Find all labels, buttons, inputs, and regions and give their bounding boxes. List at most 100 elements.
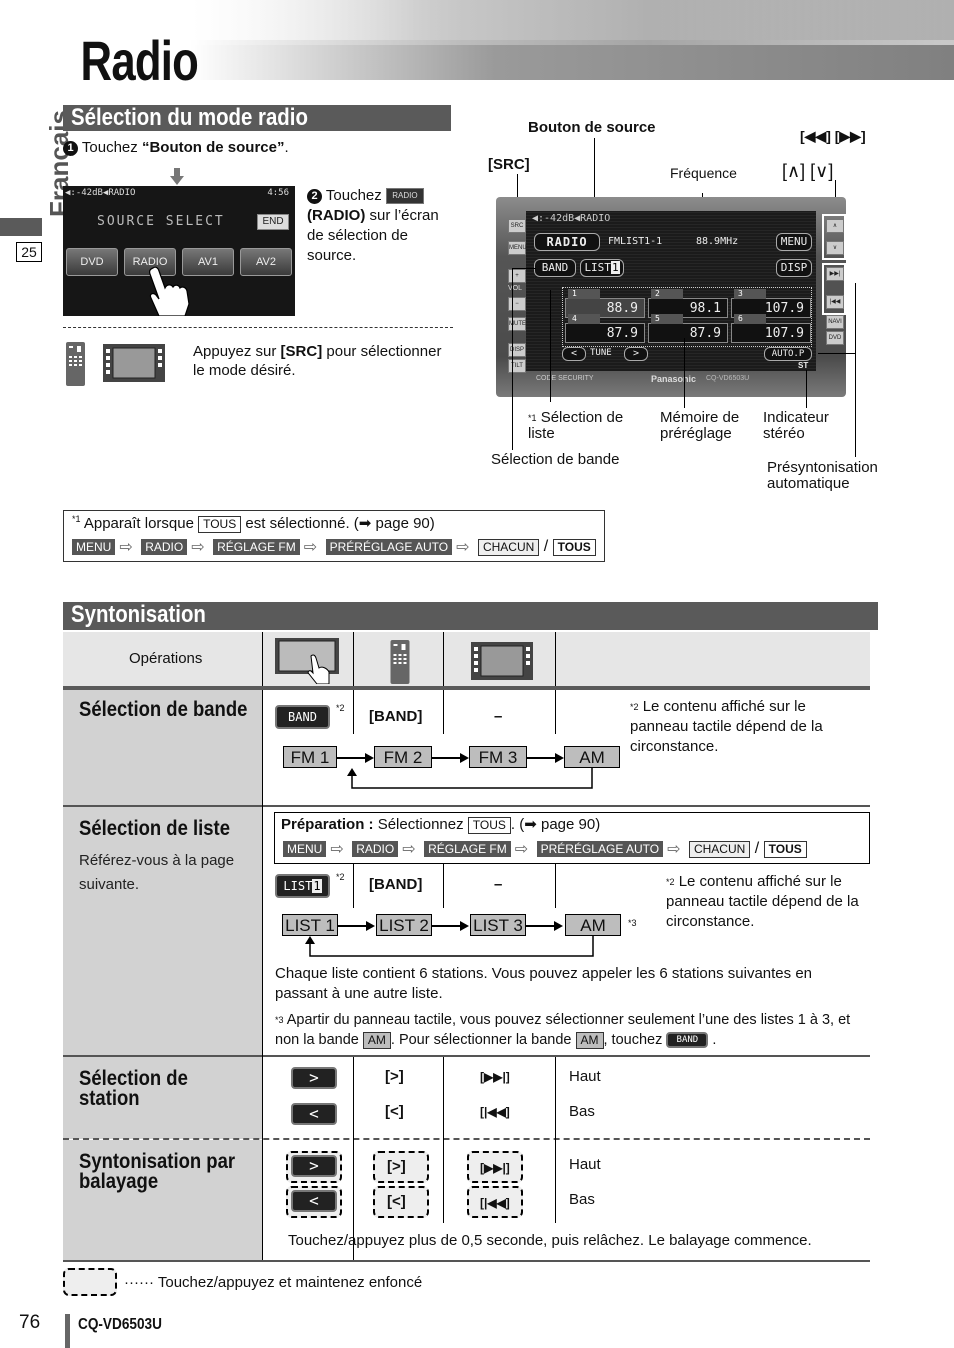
tilt-key[interactable]: TILT — [508, 359, 526, 373]
flow-fm2: FM 2 — [374, 746, 432, 768]
column-divider — [555, 1057, 556, 1223]
vol-down-key[interactable]: − — [508, 297, 526, 311]
preparation-line: Préparation : Sélectionnez TOUS. (➡ page… — [281, 815, 600, 834]
screen-status: ◀:-42dB◀RADIO — [532, 213, 611, 224]
disp-button[interactable]: DISP — [776, 259, 812, 277]
menu-button[interactable]: MENU — [776, 233, 812, 251]
navi-key[interactable]: NAVI — [826, 315, 844, 329]
label-skip-keys: [◀◀] [▶▶] — [800, 128, 866, 144]
station-down-touch[interactable]: < — [291, 1103, 337, 1125]
column-divider — [555, 690, 556, 734]
label-selection-bande: Sélection de bande — [491, 451, 620, 468]
key-label: [<] — [387, 1193, 406, 1210]
column-divider — [443, 1057, 444, 1223]
seek-up-remote[interactable]: [>] — [373, 1151, 429, 1183]
text: . — [712, 1032, 717, 1048]
tous-chip: TOUS — [198, 515, 242, 533]
leader-line — [818, 353, 856, 354]
band-button-inline: BAND — [666, 1032, 709, 1049]
separator: / — [754, 840, 760, 858]
folder-keys-highlight — [822, 214, 846, 260]
leader-line — [806, 370, 807, 408]
column-divider — [262, 690, 263, 1260]
radio-source-button[interactable]: RADIO — [534, 233, 600, 251]
src-key[interactable]: SRC — [508, 219, 526, 233]
seek-up-text: Haut — [569, 1156, 601, 1173]
arrow-right-icon: ⇨ — [119, 539, 133, 556]
footer-bar — [65, 1314, 70, 1348]
label-auto-preset: Présyntonisation automatique — [767, 459, 878, 492]
step-2: 2 Touchez RADIO (RADIO) sur l’écran de s… — [307, 186, 447, 266]
path-radio: RADIO — [352, 841, 399, 857]
step-number: 1 — [63, 141, 78, 156]
chacun-chip: CHACUN — [688, 840, 751, 858]
label-stereo: Indicateur stéréo — [763, 409, 829, 442]
hand-pointer-icon — [149, 266, 190, 316]
note-text: Le contenu affiché sur le panneau tactil… — [666, 873, 859, 930]
label-text: Sélection de liste — [528, 409, 624, 442]
preset-frequency: 98.1 — [689, 301, 721, 316]
step-number: 2 — [307, 189, 322, 204]
station-down-remote: [<] — [385, 1103, 404, 1120]
auto-preset-button[interactable]: AUTO.P — [764, 347, 812, 361]
band-touch-button[interactable]: BAND — [275, 705, 330, 729]
list-panel-key: – — [494, 876, 503, 893]
tous-chip: TOUS — [763, 840, 807, 858]
arrow-right-icon: ⇨ — [667, 841, 681, 858]
dvd-button[interactable]: DVD — [66, 248, 118, 276]
step-suffix: . — [284, 139, 289, 156]
seek-down-panel[interactable]: [|◀◀] — [467, 1186, 523, 1218]
footnote-mark: *1 — [528, 413, 537, 423]
list-number: 1 — [312, 879, 322, 893]
disp-key[interactable]: DISP — [508, 343, 526, 357]
preset-6[interactable]: 6 107.9 — [731, 314, 811, 343]
tune-next-button[interactable]: > — [624, 347, 648, 361]
section-heading-text: Sélection du mode radio — [71, 104, 308, 131]
footnote-mark: *2 — [336, 872, 345, 882]
flow-arrow — [526, 921, 563, 931]
leader-line — [512, 268, 513, 450]
menu-path: MENU ⇨ RADIO ⇨ RÉGLAGE FM ⇨ PRÉRÉGLAGE AUTO… — [72, 537, 596, 557]
menu-key[interactable]: MENU — [508, 241, 527, 255]
screen-status-bar: ◀:-42dB◀RADIO 4:56 — [65, 188, 293, 199]
row-label-station: Sélection de station — [63, 1057, 262, 1139]
preset-5[interactable]: 5 87.9 — [648, 314, 728, 343]
path-menu: MENU — [72, 539, 116, 555]
flow-arrow — [337, 753, 374, 763]
mute-key[interactable]: MUTE — [508, 317, 526, 331]
hold-legend-text: ······ Touchez/appuyez et maintenez enfo… — [124, 1274, 423, 1291]
list-label: LIST — [584, 261, 611, 274]
preset-4[interactable]: 4 87.9 — [565, 314, 645, 343]
step-text: Touchez — [81, 139, 142, 156]
list-remote-key: [BAND] — [369, 876, 423, 893]
step-bold: “Bouton de source” — [141, 139, 285, 156]
text: Appuyez sur — [193, 343, 281, 360]
seek-down-remote[interactable]: [<] — [373, 1186, 429, 1218]
tune-label: TUNE — [590, 348, 612, 358]
src-key: [SRC] — [280, 343, 323, 360]
band-button[interactable]: BAND — [534, 259, 576, 277]
arrow-right-icon: ⇨ — [330, 841, 344, 858]
list-touch-button[interactable]: LIST1 — [275, 874, 330, 898]
flow-list1: LIST 1 — [282, 914, 338, 936]
station-up-text: Haut — [569, 1068, 601, 1085]
list-button[interactable]: LIST1 — [580, 259, 624, 277]
station-down-panel: [|◀◀] — [480, 1105, 510, 1119]
seek-note: Touchez/appuyez plus de 0,5 seconde, pui… — [288, 1232, 812, 1249]
flow-list2: LIST 2 — [376, 914, 432, 936]
tune-prev-button[interactable]: < — [562, 347, 586, 361]
seek-down-touch[interactable]: < — [291, 1190, 337, 1212]
band-note: *2 Le contenu affiché sur le panneau tac… — [630, 697, 866, 757]
seek-up-touch[interactable]: > — [291, 1155, 337, 1177]
preset-number: 2 — [651, 289, 683, 299]
av2-button[interactable]: AV2 — [240, 248, 292, 276]
preset-number: 1 — [568, 289, 600, 299]
column-divider — [443, 690, 444, 734]
vol-up-key[interactable]: + — [508, 269, 526, 283]
footnote-mark: *2 — [630, 702, 639, 712]
seek-up-panel[interactable]: [▶▶|] — [467, 1151, 523, 1183]
station-up-touch[interactable]: > — [291, 1067, 337, 1089]
text: , touchez — [603, 1032, 663, 1048]
end-button[interactable]: END — [257, 214, 289, 230]
band-label: BAND — [541, 261, 569, 274]
